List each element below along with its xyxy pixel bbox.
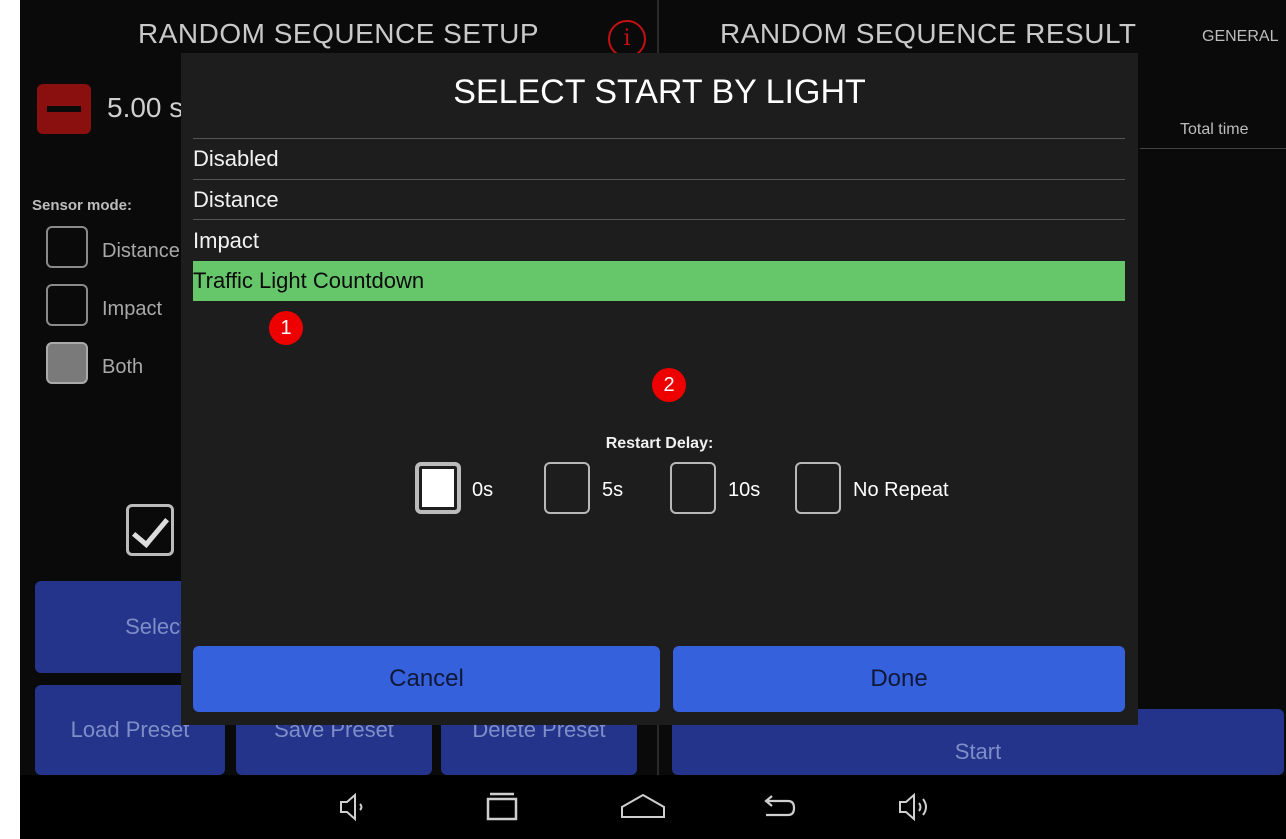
delay-10s-label: 10s: [728, 479, 761, 501]
total-time-label: Total time: [1180, 121, 1249, 138]
sensor-impact-label: Impact: [102, 298, 163, 320]
sensor-distance-label: Distance: [102, 240, 180, 262]
option-traffic-light-countdown[interactable]: Traffic Light Countdown: [193, 261, 1125, 301]
volume-up-icon[interactable]: [896, 789, 936, 825]
volume-down-icon[interactable]: [335, 789, 375, 825]
recent-apps-icon[interactable]: [482, 789, 522, 825]
decrease-time-button[interactable]: [37, 84, 91, 134]
sensor-both-checkbox[interactable]: [46, 342, 88, 384]
option-checkbox[interactable]: [126, 504, 174, 556]
option-distance[interactable]: Distance: [193, 180, 1125, 220]
sensor-distance-checkbox[interactable]: [46, 226, 88, 268]
option-impact[interactable]: Impact: [193, 221, 1125, 261]
home-icon[interactable]: [618, 789, 668, 825]
back-icon[interactable]: [758, 789, 798, 825]
device-screen: RANDOM SEQUENCE SETUP i RANDOM SEQUENCE …: [20, 0, 1286, 839]
time-value: 5.00 s: [107, 92, 184, 123]
select-start-dialog: SELECT START BY LIGHT Disabled Distance …: [181, 53, 1138, 725]
delay-10s-checkbox[interactable]: [670, 462, 716, 514]
navigation-bar: [20, 775, 1286, 839]
delay-no-repeat-checkbox[interactable]: [795, 462, 841, 514]
option-separator: [193, 219, 1125, 220]
dialog-title: SELECT START BY LIGHT: [453, 73, 866, 111]
delay-5s-label: 5s: [602, 479, 624, 501]
sensor-both-label: Both: [102, 356, 144, 378]
sensor-mode-label: Sensor mode:: [32, 197, 133, 214]
annotation-marker-2: 2: [652, 368, 686, 402]
restart-delay-label: Restart Delay:: [605, 435, 714, 452]
sensor-impact-checkbox[interactable]: [46, 284, 88, 326]
delay-5s-checkbox[interactable]: [544, 462, 590, 514]
general-tab[interactable]: GENERAL: [1202, 28, 1278, 46]
option-disabled[interactable]: Disabled: [193, 139, 1125, 179]
cancel-button[interactable]: Cancel: [193, 646, 660, 712]
delay-no-repeat-label: No Repeat: [853, 479, 949, 501]
total-time-divider: [1140, 148, 1286, 149]
done-button[interactable]: Done: [673, 646, 1125, 712]
delay-0s-label: 0s: [472, 479, 494, 501]
delay-0s-checkbox[interactable]: [415, 462, 461, 514]
annotation-marker-1: 1: [269, 311, 303, 345]
result-header: RANDOM SEQUENCE RESULT: [720, 18, 1137, 49]
setup-header: RANDOM SEQUENCE SETUP: [138, 18, 539, 49]
